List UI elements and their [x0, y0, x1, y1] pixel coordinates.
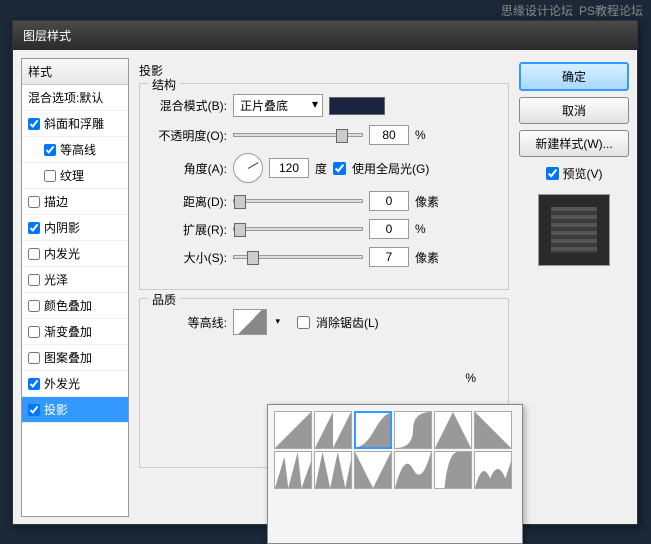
dialog-title: 图层样式 [23, 29, 71, 43]
spread-label: 扩展(R): [152, 221, 227, 238]
size-slider[interactable] [233, 255, 363, 259]
spread-input[interactable] [369, 219, 409, 239]
preview-label: 预览(V) [563, 165, 603, 182]
spread-unit: % [415, 222, 426, 236]
style-inner-shadow[interactable]: 内阴影 [22, 215, 128, 241]
distance-unit: 像素 [415, 193, 439, 210]
antialias-label: 消除锯齿(L) [316, 314, 379, 331]
watermark-text-2: PS教程论坛 [579, 4, 643, 18]
dialog-titlebar[interactable]: 图层样式 [13, 21, 637, 50]
blend-options[interactable]: 混合选项:默认 [22, 85, 128, 111]
distance-input[interactable] [369, 191, 409, 211]
stroke-checkbox[interactable] [28, 196, 40, 208]
style-inner-glow[interactable]: 内发光 [22, 241, 128, 267]
contour-checkbox[interactable] [44, 144, 56, 156]
outer-glow-checkbox[interactable] [28, 378, 40, 390]
ok-button[interactable]: 确定 [519, 62, 629, 91]
distance-slider[interactable] [233, 199, 363, 203]
antialias-checkbox[interactable] [297, 316, 310, 329]
contour-preset[interactable] [474, 411, 512, 449]
size-unit: 像素 [415, 249, 439, 266]
preview-thumbnail [538, 194, 610, 266]
style-color-overlay[interactable]: 颜色叠加 [22, 293, 128, 319]
size-input[interactable] [369, 247, 409, 267]
inner-shadow-checkbox[interactable] [28, 222, 40, 234]
contour-preset[interactable] [354, 451, 392, 489]
contour-preset[interactable] [394, 451, 432, 489]
satin-checkbox[interactable] [28, 274, 40, 286]
style-satin[interactable]: 光泽 [22, 267, 128, 293]
structure-fieldset: 结构 混合模式(B): 正片叠底 不透明度(O): % 角度(A): 度 [139, 83, 509, 290]
watermark-text-1: 思缘设计论坛 [501, 4, 573, 18]
angle-unit: 度 [315, 160, 327, 177]
style-drop-shadow[interactable]: 投影 [22, 397, 128, 423]
pattern-overlay-checkbox[interactable] [28, 352, 40, 364]
angle-label: 角度(A): [152, 160, 227, 177]
style-outer-glow[interactable]: 外发光 [22, 371, 128, 397]
settings-panel: 投影 结构 混合模式(B): 正片叠底 不透明度(O): % 角度(A): [135, 58, 513, 517]
spread-slider[interactable] [233, 227, 363, 231]
quality-label: 品质 [148, 291, 180, 308]
style-texture[interactable]: 纹理 [22, 163, 128, 189]
cancel-button[interactable]: 取消 [519, 97, 629, 124]
contour-preset[interactable] [274, 411, 312, 449]
color-overlay-checkbox[interactable] [28, 300, 40, 312]
style-bevel[interactable]: 斜面和浮雕 [22, 111, 128, 137]
inner-glow-checkbox[interactable] [28, 248, 40, 260]
opacity-slider[interactable] [233, 133, 363, 137]
style-stroke[interactable]: 描边 [22, 189, 128, 215]
drop-shadow-checkbox[interactable] [28, 404, 40, 416]
bevel-checkbox[interactable] [28, 118, 40, 130]
new-style-button[interactable]: 新建样式(W)... [519, 130, 629, 157]
global-light-checkbox[interactable] [333, 162, 346, 175]
distance-label: 距离(D): [152, 193, 227, 210]
size-label: 大小(S): [152, 249, 227, 266]
contour-preset[interactable] [314, 451, 352, 489]
contour-preset[interactable] [314, 411, 352, 449]
contour-label: 等高线: [152, 314, 227, 331]
opacity-unit: % [415, 128, 426, 142]
style-contour[interactable]: 等高线 [22, 137, 128, 163]
styles-header: 样式 [22, 59, 128, 85]
contour-preset[interactable] [394, 411, 432, 449]
blend-mode-label: 混合模式(B): [152, 97, 227, 114]
angle-input[interactable] [269, 158, 309, 178]
section-title: 投影 [139, 62, 509, 79]
contour-popup: ⚙ ▸ [267, 404, 523, 544]
contour-preset[interactable] [474, 451, 512, 489]
shadow-color-swatch[interactable] [329, 97, 385, 115]
global-light-label: 使用全局光(G) [352, 160, 429, 177]
contour-picker[interactable] [233, 309, 267, 335]
gradient-overlay-checkbox[interactable] [28, 326, 40, 338]
angle-dial[interactable] [233, 153, 263, 183]
contour-preset-selected[interactable] [354, 411, 392, 449]
styles-list: 样式 混合选项:默认 斜面和浮雕 等高线 纹理 描边 内阴影 内发光 光泽 颜色… [21, 58, 129, 517]
blend-mode-select[interactable]: 正片叠底 [233, 94, 323, 117]
contour-preset[interactable] [434, 411, 472, 449]
texture-checkbox[interactable] [44, 170, 56, 182]
opacity-label: 不透明度(O): [152, 127, 227, 144]
action-panel: 确定 取消 新建样式(W)... 预览(V) [519, 58, 629, 517]
noise-unit: % [465, 371, 476, 385]
style-gradient-overlay[interactable]: 渐变叠加 [22, 319, 128, 345]
opacity-input[interactable] [369, 125, 409, 145]
contour-preset[interactable] [434, 451, 472, 489]
style-pattern-overlay[interactable]: 图案叠加 [22, 345, 128, 371]
layer-style-dialog: 图层样式 样式 混合选项:默认 斜面和浮雕 等高线 纹理 描边 内阴影 内发光 … [12, 20, 638, 525]
preview-checkbox[interactable] [546, 167, 559, 180]
contour-preset[interactable] [274, 451, 312, 489]
structure-label: 结构 [148, 76, 180, 93]
